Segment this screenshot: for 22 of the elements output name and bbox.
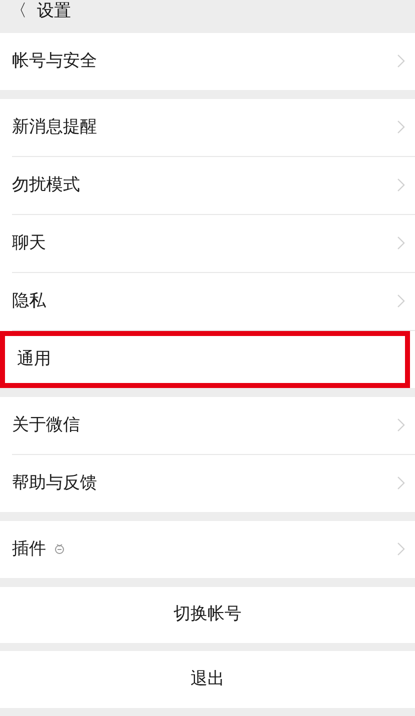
chevron-right-icon — [397, 418, 405, 432]
item-label: 关于微信 — [12, 414, 80, 437]
item-label: 插件 — [12, 538, 46, 561]
back-button[interactable]: 〈 — [10, 0, 27, 22]
page-title: 设置 — [37, 0, 71, 22]
item-label: 隐私 — [12, 290, 46, 313]
chevron-right-icon — [397, 476, 405, 490]
chevron-right-icon — [397, 178, 405, 192]
item-label: 勿扰模式 — [12, 174, 80, 197]
chevron-right-icon — [397, 120, 405, 134]
chevron-right-icon — [397, 542, 405, 556]
settings-item[interactable]: 通用 — [0, 330, 410, 388]
chevron-right-icon — [397, 236, 405, 250]
chevron-right-icon — [397, 54, 405, 68]
action-button[interactable]: 退出 — [0, 651, 415, 708]
item-label: 帐号与安全 — [12, 50, 97, 73]
item-label: 新消息提醒 — [12, 116, 97, 139]
item-label: 帮助与反馈 — [12, 472, 97, 495]
action-button[interactable]: 切换帐号 — [0, 586, 415, 644]
chevron-right-icon — [397, 294, 405, 308]
item-label: 聊天 — [12, 232, 46, 255]
item-label: 通用 — [17, 348, 51, 371]
